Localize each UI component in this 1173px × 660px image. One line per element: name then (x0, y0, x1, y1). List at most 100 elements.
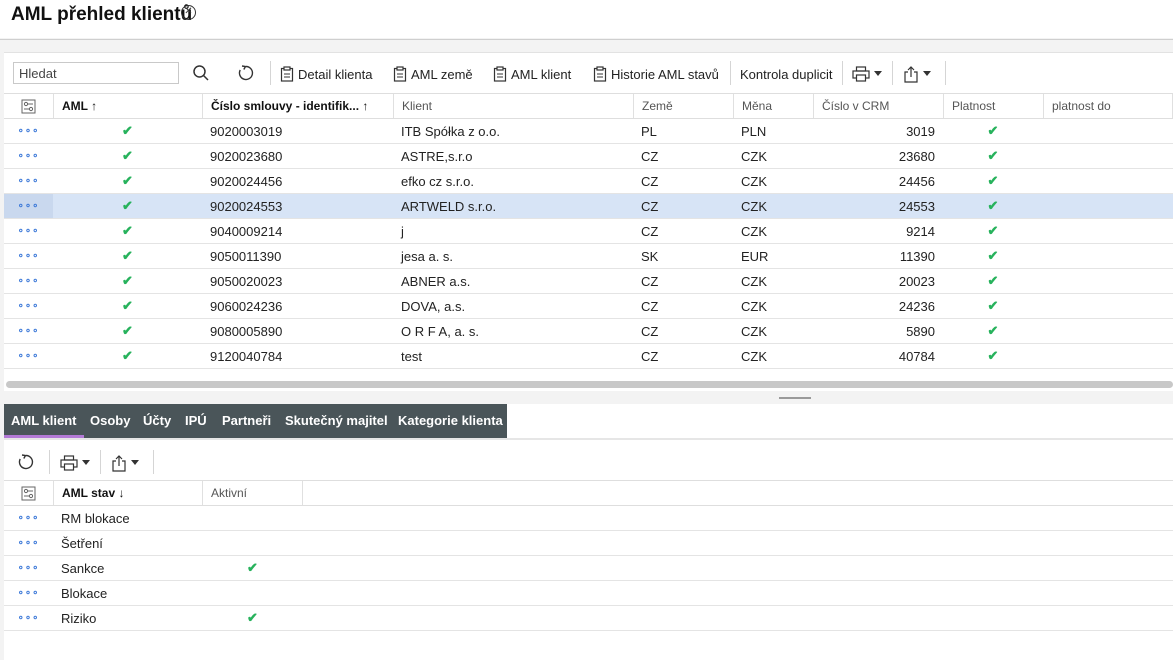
search-input[interactable] (13, 62, 179, 84)
cell-smlouva: 9040009214 (210, 223, 283, 239)
table-row[interactable]: ∘∘∘ ✔ 9040009214 j CZ CZK 9214 ✔ (4, 219, 1173, 244)
row-actions-icon[interactable]: ∘∘∘ (4, 506, 53, 530)
aml-klient-button[interactable]: AML klient (493, 63, 571, 85)
tab-aml-klient[interactable]: AML klient (4, 404, 84, 438)
print-icon (60, 455, 78, 471)
aml-check-icon: ✔ (122, 273, 133, 288)
aktivni-check-icon: ✔ (247, 610, 258, 625)
table-row[interactable]: ∘∘∘ ✔ 9020003019 ITB Spółka z o.o. PL PLN 3019… (4, 119, 1173, 144)
table-row[interactable]: ∘∘∘ Blokace (4, 581, 1173, 606)
row-actions-icon[interactable]: ∘∘∘ (4, 606, 53, 630)
table-row[interactable]: ∘∘∘ ✔ 9020024456 efko cz s.r.o. CZ CZK 24456 ✔ (4, 169, 1173, 194)
tab-partneri[interactable]: Partneři (222, 404, 271, 438)
refresh-icon[interactable] (234, 62, 258, 84)
tab-ucty[interactable]: Účty (143, 404, 171, 438)
column-header-klient[interactable]: Klient (393, 94, 633, 118)
clipboard-icon (280, 66, 294, 82)
column-header-cislo-v-crm[interactable]: Číslo v CRM (813, 94, 943, 118)
cell-klient: jesa a. s. (401, 248, 454, 264)
print-dropdown-button[interactable] (852, 63, 882, 85)
platnost-check-icon: ✔ (987, 348, 999, 363)
tab-ipu[interactable]: IPÚ (185, 404, 207, 438)
close-icon[interactable]: ✕ (181, 5, 196, 20)
row-actions-icon[interactable]: ∘∘∘ (4, 531, 53, 555)
column-header-aml-stav[interactable]: AML stav ↓ (53, 481, 202, 505)
refresh-icon[interactable] (14, 451, 38, 473)
separator (270, 61, 271, 85)
column-header-aktivni[interactable]: Aktivní (202, 481, 303, 505)
table-row[interactable]: ∘∘∘ ✔ 9020023680 ASTRE,s.r.o CZ CZK 23680 ✔ (4, 144, 1173, 169)
print-icon (852, 66, 870, 82)
horizontal-scrollbar[interactable] (6, 381, 1173, 388)
platnost-check-icon: ✔ (987, 248, 999, 263)
row-actions-icon[interactable]: ∘∘∘ (4, 581, 53, 605)
chevron-down-icon (874, 71, 882, 76)
platnost-check-icon: ✔ (987, 223, 999, 238)
column-header-cislo-smlouvy[interactable]: Číslo smlouvy - identifik... ↑ (202, 94, 393, 118)
column-header-aml[interactable]: AML ↑ (53, 94, 202, 118)
table-row[interactable]: ∘∘∘ Šetření (4, 531, 1173, 556)
tab-skutecny-majitel[interactable]: Skutečný majitel (285, 404, 388, 438)
row-actions-icon[interactable]: ∘∘∘ (4, 319, 53, 343)
separator (100, 450, 101, 474)
aml-zeme-button[interactable]: AML země (393, 63, 473, 85)
cell-mena: EUR (741, 248, 769, 264)
column-header-platnost-do[interactable]: platnost do (1043, 94, 1173, 118)
table-row[interactable]: ∘∘∘ Sankce ✔ (4, 556, 1173, 581)
row-actions-icon[interactable]: ∘∘∘ (4, 119, 53, 143)
table-row[interactable]: ∘∘∘ ✔ 9050020023 ABNER a.s. CZ CZK 20023 ✔ (4, 269, 1173, 294)
table-row[interactable]: ∘∘∘ ✔ 9020024553 ARTWELD s.r.o. CZ CZK 24553 ✔ (4, 194, 1173, 219)
export-dropdown-button[interactable] (903, 63, 931, 85)
row-actions-icon[interactable]: ∘∘∘ (4, 194, 53, 218)
column-header-mena[interactable]: Měna (733, 94, 813, 118)
row-actions-icon[interactable]: ∘∘∘ (4, 144, 53, 168)
table-row[interactable]: ∘∘∘ ✔ 9050011390 jesa a. s. SK EUR 11390 ✔ (4, 244, 1173, 269)
row-actions-icon[interactable]: ∘∘∘ (4, 556, 53, 580)
cell-zeme: PL (641, 123, 657, 139)
cell-mena: CZK (741, 223, 767, 239)
row-actions-icon[interactable]: ∘∘∘ (4, 344, 53, 368)
cell-smlouva: 9120040784 (210, 348, 283, 364)
row-actions-icon[interactable]: ∘∘∘ (4, 169, 53, 193)
cell-smlouva: 9020023680 (210, 148, 283, 164)
aml-klient-label: AML klient (511, 66, 572, 82)
cell-klient: DOVA, a.s. (401, 298, 466, 314)
historie-aml-stavu-button[interactable]: Historie AML stavů (593, 63, 719, 85)
print-dropdown-button[interactable] (60, 452, 90, 474)
row-actions-icon[interactable]: ∘∘∘ (4, 269, 53, 293)
export-dropdown-button[interactable] (111, 452, 139, 474)
detail-klienta-button[interactable]: Detail klienta (280, 63, 372, 85)
cell-mena: CZK (741, 298, 767, 314)
column-settings-icon[interactable] (4, 481, 53, 505)
cell-mena: CZK (741, 348, 767, 364)
table-row[interactable]: ∘∘∘ Riziko ✔ (4, 606, 1173, 631)
detail-toolbar (4, 442, 1173, 480)
separator (153, 450, 154, 474)
cell-klient: ASTRE,s.r.o (401, 148, 473, 164)
grid-header: AML ↑ Číslo smlouvy - identifik... ↑ Kli… (4, 93, 1173, 119)
table-row[interactable]: ∘∘∘ ✔ 9060024236 DOVA, a.s. CZ CZK 24236 ✔ (4, 294, 1173, 319)
tab-osoby[interactable]: Osoby (90, 404, 130, 438)
detail-panel: AML klient Osoby Účty IPÚ Partneři Skute… (4, 404, 1173, 660)
row-actions-icon[interactable]: ∘∘∘ (4, 244, 53, 268)
cell-crm: 11390 (899, 248, 935, 264)
table-row[interactable]: ∘∘∘ ✔ 9120040784 test CZ CZK 40784 ✔ (4, 344, 1173, 369)
share-icon (904, 65, 918, 83)
kontrola-duplicit-button[interactable]: Kontrola duplicit (740, 63, 833, 85)
cell-klient: j (401, 223, 404, 239)
table-row[interactable]: ∘∘∘ RM blokace (4, 506, 1173, 531)
splitter-handle[interactable] (779, 397, 811, 399)
table-row[interactable]: ∘∘∘ ✔ 9080005890 O R F A, a. s. CZ CZK 5890 ✔ (4, 319, 1173, 344)
column-settings-icon[interactable] (4, 94, 53, 118)
cell-zeme: SK (641, 248, 659, 264)
row-actions-icon[interactable]: ∘∘∘ (4, 294, 53, 318)
search-icon[interactable] (189, 62, 213, 84)
chevron-down-icon (923, 71, 931, 76)
tab-kategorie-klienta[interactable]: Kategorie klienta (398, 404, 503, 438)
aml-check-icon: ✔ (122, 248, 133, 263)
aml-zeme-label: AML země (411, 66, 473, 82)
title-bar: AML přehled klientů ✕ (0, 0, 1173, 38)
column-header-platnost[interactable]: Platnost (943, 94, 1043, 118)
column-header-zeme[interactable]: Země (633, 94, 733, 118)
row-actions-icon[interactable]: ∘∘∘ (4, 219, 53, 243)
